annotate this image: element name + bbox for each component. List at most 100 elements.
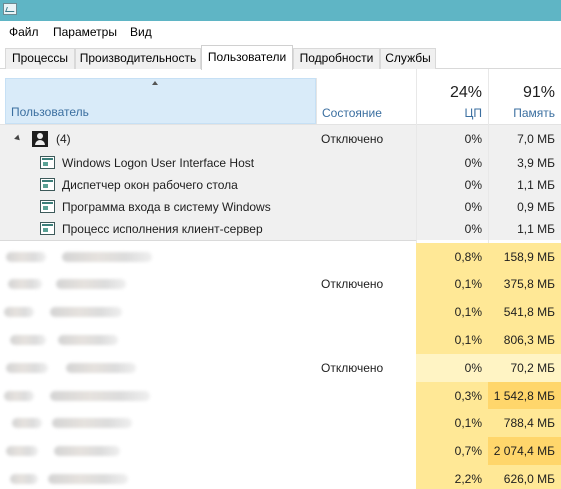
redacted-user-name bbox=[12, 418, 42, 428]
user-row[interactable]: 0,8% 158,9 МБ bbox=[0, 243, 561, 271]
tab-users[interactable]: Пользователи bbox=[201, 45, 293, 70]
user-state bbox=[321, 298, 416, 326]
user-row[interactable]: 0,7% 2 074,4 МБ bbox=[0, 437, 561, 465]
user-memory: 541,8 МБ bbox=[503, 305, 555, 319]
tab-processes[interactable]: Процессы bbox=[5, 48, 75, 69]
user-cpu: 0,3% bbox=[454, 389, 482, 403]
user-group-memory: 7,0 МБ bbox=[517, 132, 555, 146]
process-row[interactable]: Программа входа в систему Windows 0% 0,9… bbox=[0, 196, 561, 218]
process-row[interactable]: Диспетчер окон рабочего стола 0% 1,1 МБ bbox=[0, 174, 561, 196]
redacted-user-name bbox=[50, 391, 150, 401]
user-cpu: 2,2% bbox=[454, 472, 482, 486]
user-cpu: 0,1% bbox=[454, 305, 482, 319]
redacted-user-name bbox=[56, 279, 126, 289]
redacted-user-name bbox=[58, 335, 118, 345]
process-name: Процесс исполнения клиент-сервер bbox=[62, 222, 263, 236]
column-header-memory[interactable]: 91% Память bbox=[488, 78, 561, 124]
user-cpu: 0,8% bbox=[454, 250, 482, 264]
collapse-arrow-icon[interactable] bbox=[14, 134, 22, 143]
column-header-memory-label: Память bbox=[513, 106, 555, 120]
user-row[interactable]: 0,1% 788,4 МБ bbox=[0, 409, 561, 437]
user-memory: 788,4 МБ bbox=[503, 416, 555, 430]
user-group-row[interactable]: (4) Отключено 0% 7,0 МБ bbox=[0, 128, 561, 150]
user-state: Отключено bbox=[321, 361, 384, 375]
sort-ascending-icon bbox=[152, 81, 158, 85]
redacted-user-name bbox=[6, 252, 46, 262]
process-memory: 1,1 МБ bbox=[517, 222, 555, 236]
column-header-state-label: Состояние bbox=[322, 106, 382, 120]
process-name: Windows Logon User Interface Host bbox=[62, 156, 255, 170]
user-group-cpu: 0% bbox=[464, 132, 482, 146]
user-state bbox=[321, 382, 416, 410]
process-window-icon bbox=[40, 222, 55, 235]
process-cpu: 0% bbox=[464, 178, 482, 192]
redacted-user-name bbox=[4, 391, 34, 401]
column-header-state[interactable]: Состояние bbox=[316, 78, 416, 124]
process-cpu: 0% bbox=[464, 156, 482, 170]
cpu-total-percent: 24% bbox=[449, 84, 482, 101]
redacted-user-name bbox=[6, 363, 48, 373]
user-memory: 158,9 МБ bbox=[503, 250, 555, 264]
user-row[interactable]: 2,2% 626,0 МБ bbox=[0, 465, 561, 489]
user-row[interactable]: Отключено 0,1% 375,8 МБ bbox=[0, 270, 561, 298]
title-bar bbox=[0, 0, 561, 21]
user-memory: 1 542,8 МБ bbox=[493, 389, 555, 403]
column-header-user-label: Пользователь bbox=[11, 105, 89, 119]
process-window-icon bbox=[40, 156, 55, 169]
tab-bar: Процессы Производительность Пользователи… bbox=[0, 43, 561, 70]
column-header-cpu-label: ЦП bbox=[464, 106, 482, 120]
process-memory: 0,9 МБ bbox=[517, 200, 555, 214]
redacted-user-name bbox=[52, 418, 132, 428]
users-table: Пользователь Состояние 24% ЦП 91% Память… bbox=[0, 69, 561, 489]
menu-view[interactable]: Вид bbox=[130, 25, 152, 39]
process-memory: 1,1 МБ bbox=[517, 178, 555, 192]
menu-file[interactable]: Файл bbox=[9, 25, 39, 39]
user-state bbox=[321, 243, 416, 271]
user-state bbox=[321, 437, 416, 465]
group-divider bbox=[0, 240, 416, 241]
user-group-count: (4) bbox=[56, 132, 71, 146]
menu-bar: Файл Параметры Вид bbox=[0, 21, 561, 43]
process-name: Программа входа в систему Windows bbox=[62, 200, 271, 214]
redacted-user-name bbox=[8, 279, 42, 289]
user-icon bbox=[32, 131, 48, 147]
process-cpu: 0% bbox=[464, 200, 482, 214]
redacted-user-name bbox=[10, 335, 46, 345]
user-memory: 626,0 МБ bbox=[503, 472, 555, 486]
user-state: Отключено bbox=[321, 277, 384, 291]
process-window-icon bbox=[40, 178, 55, 191]
user-cpu: 0,1% bbox=[454, 277, 482, 291]
user-cpu: 0% bbox=[464, 361, 482, 375]
redacted-user-name bbox=[62, 252, 152, 262]
redacted-user-name bbox=[4, 307, 34, 317]
user-cpu: 0,7% bbox=[454, 444, 482, 458]
user-group-state: Отключено bbox=[321, 132, 384, 146]
memory-total-percent: 91% bbox=[522, 84, 555, 101]
user-row[interactable]: 0,1% 541,8 МБ bbox=[0, 298, 561, 326]
user-memory: 806,3 МБ bbox=[503, 333, 555, 347]
user-state bbox=[321, 409, 416, 437]
user-row[interactable]: 0,1% 806,3 МБ bbox=[0, 326, 561, 354]
user-cpu: 0,1% bbox=[454, 416, 482, 430]
process-memory: 3,9 МБ bbox=[517, 156, 555, 170]
user-memory: 375,8 МБ bbox=[503, 277, 555, 291]
user-memory: 2 074,4 МБ bbox=[493, 444, 555, 458]
user-row[interactable]: Отключено 0% 70,2 МБ bbox=[0, 354, 561, 382]
redacted-user-name bbox=[10, 474, 38, 484]
process-name: Диспетчер окон рабочего стола bbox=[62, 178, 238, 192]
redacted-user-name bbox=[54, 446, 120, 456]
process-row[interactable]: Процесс исполнения клиент-сервер 0% 1,1 … bbox=[0, 218, 561, 240]
column-header-user[interactable]: Пользователь bbox=[5, 78, 316, 124]
process-window-icon bbox=[40, 200, 55, 213]
process-cpu: 0% bbox=[464, 222, 482, 236]
process-row[interactable]: Windows Logon User Interface Host 0% 3,9… bbox=[0, 152, 561, 174]
tab-details[interactable]: Подробности bbox=[293, 48, 380, 69]
column-header-cpu[interactable]: 24% ЦП bbox=[416, 78, 488, 124]
menu-options[interactable]: Параметры bbox=[53, 25, 117, 39]
user-memory: 70,2 МБ bbox=[510, 361, 555, 375]
user-cpu: 0,1% bbox=[454, 333, 482, 347]
tab-services[interactable]: Службы bbox=[380, 48, 436, 69]
task-manager-icon bbox=[3, 3, 17, 15]
tab-performance[interactable]: Производительность bbox=[75, 48, 201, 69]
user-row[interactable]: 0,3% 1 542,8 МБ bbox=[0, 382, 561, 410]
